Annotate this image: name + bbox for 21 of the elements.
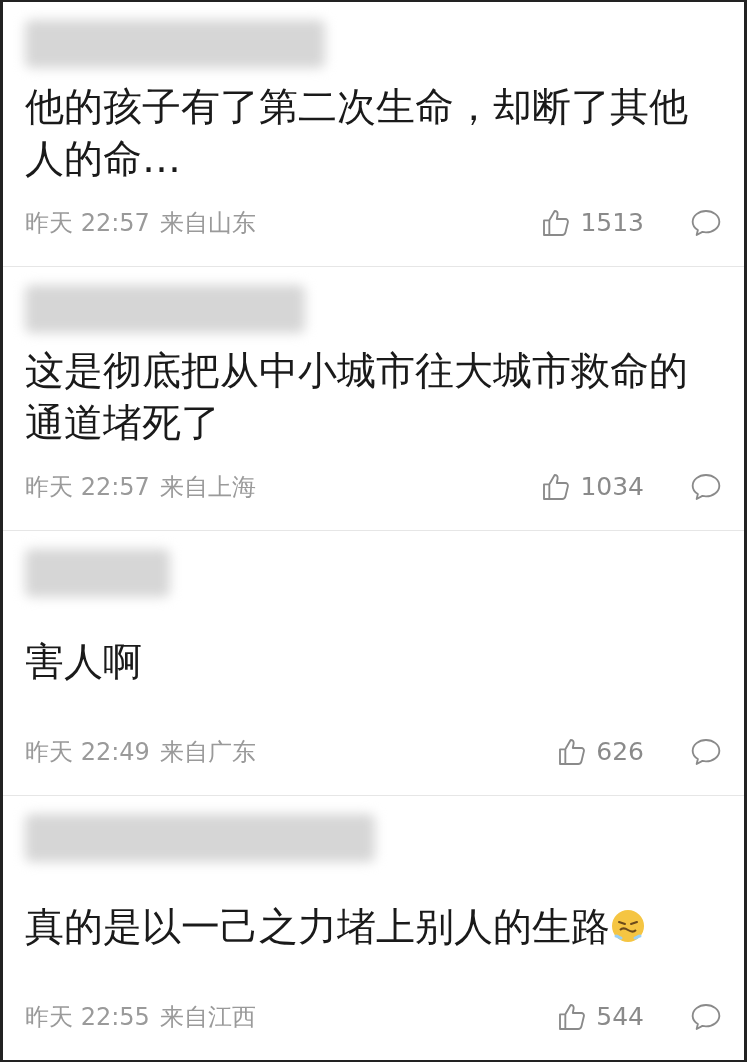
comment-text: 害人啊	[25, 637, 142, 686]
comment-icon[interactable]	[690, 207, 722, 238]
comment-icon[interactable]	[690, 736, 722, 767]
comment-icon[interactable]	[690, 1002, 722, 1032]
comment-text: 他的孩子有了第二次生命，却断了其他人的命…	[25, 82, 689, 183]
comment-location: 来自江西	[159, 1002, 256, 1033]
comment-location: 来自上海	[159, 472, 256, 504]
face-emoji-icon	[610, 907, 646, 944]
comment-time: 昨天 22:55	[25, 1002, 150, 1033]
comment-icon[interactable]	[690, 472, 722, 503]
like-count: 1034	[580, 471, 644, 504]
comment-time: 昨天 22:49	[25, 736, 150, 768]
comment-location: 来自山东	[159, 207, 256, 239]
comment-text: 这是彻底把从中小城市往大城市救命的通道堵死了	[25, 347, 689, 448]
comment-location: 来自广东	[159, 736, 256, 768]
comment-text: 真的是以一己之力堵上别人的生路	[25, 900, 646, 953]
like-count: 626	[596, 735, 644, 768]
comment-time: 昨天 22:57	[25, 207, 150, 239]
like-count: 1513	[580, 206, 644, 239]
comment-time: 昨天 22:57	[25, 472, 150, 504]
like-count: 544	[596, 1001, 644, 1034]
